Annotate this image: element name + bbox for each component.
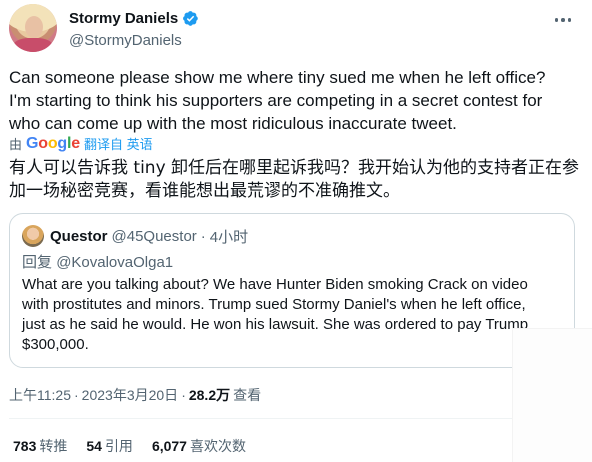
tweet-line: Can someone please show me where tiny su… — [9, 68, 546, 87]
quote-line: with prostitutes and minors. Trump sued … — [22, 296, 526, 313]
translated-by-label: 由 — [9, 137, 23, 152]
quote-body: What are you talking about? We have Hunt… — [22, 275, 567, 355]
retweets-stat[interactable]: 783 转推 — [13, 436, 67, 456]
views-label: 查看 — [233, 387, 262, 403]
quote-reply-context: 回复 @KovalovaOlga1 — [22, 251, 173, 272]
author-name[interactable]: Stormy Daniels — [69, 10, 178, 27]
more-dots-icon[interactable] — [550, 10, 576, 30]
quoted-tweet[interactable]: Questor @45Questor · 4小时 回复 @KovalovaOlg… — [9, 213, 575, 368]
quote-separator: · — [200, 227, 206, 245]
quote-avatar — [22, 225, 44, 247]
translated-line: 加一场秘密竞赛，看谁能想出最荒谬的不准确推文。 — [9, 181, 400, 201]
tweet-date[interactable]: 2023年3月20日 — [82, 385, 179, 405]
author-name-row[interactable]: Stormy Daniels — [69, 10, 199, 27]
meta-separator: · — [181, 387, 186, 403]
quote-line: just as he said he would. He won his law… — [22, 316, 529, 333]
quotes-stat[interactable]: 54 引用 — [86, 436, 133, 456]
tweet-line: who can come up with the most ridiculous… — [9, 114, 457, 133]
divider — [9, 418, 584, 419]
meta-separator: · — [74, 387, 79, 403]
tweet-line: I'm starting to think his supporters are… — [9, 91, 543, 110]
reply-prefix: 回复 — [22, 254, 53, 271]
view-count: 28.2万 — [188, 387, 231, 403]
google-logo: Google — [26, 134, 80, 152]
tweet-meta: 上午11:25 · 2023年3月20日 · 28.2万 查看 — [9, 385, 261, 405]
verified-badge-icon — [183, 11, 198, 26]
tweet-header: Stormy Daniels @StormyDaniels — [9, 4, 584, 60]
author-handle[interactable]: @StormyDaniels — [69, 32, 199, 49]
engagement-stats: 783 转推 54 引用 6,077 喜欢次数 — [13, 436, 246, 456]
quote-header: Questor @45Questor · 4小时 — [22, 225, 248, 247]
quote-time: 4小时 — [209, 228, 249, 246]
quote-line: $300,000. — [22, 336, 89, 353]
reply-mention[interactable]: @KovalovaOlga1 — [56, 254, 173, 271]
quote-author-handle: @45Questor — [111, 227, 197, 245]
quote-line: What are you talking about? We have Hunt… — [22, 276, 528, 293]
translated-text: 有人可以告诉我 tiny 卸任后在哪里起诉我吗？我开始认为他的支持者正在参 加一… — [9, 157, 584, 203]
background-overlay — [512, 328, 592, 462]
likes-stat[interactable]: 6,077 喜欢次数 — [152, 436, 246, 456]
translated-from-link[interactable]: 翻译自 英语 — [84, 134, 153, 153]
tweet-text: Can someone please show me where tiny su… — [9, 66, 589, 135]
translation-attribution: 由 Google 翻译自 英语 — [9, 134, 153, 153]
translated-line: 有人可以告诉我 tiny 卸任后在哪里起诉我吗？我开始认为他的支持者正在参 — [9, 158, 580, 178]
author-block: Stormy Daniels @StormyDaniels — [69, 10, 199, 49]
avatar[interactable] — [9, 4, 57, 52]
tweet-time[interactable]: 上午11:25 — [9, 385, 71, 405]
quote-author-name: Questor — [50, 227, 108, 245]
